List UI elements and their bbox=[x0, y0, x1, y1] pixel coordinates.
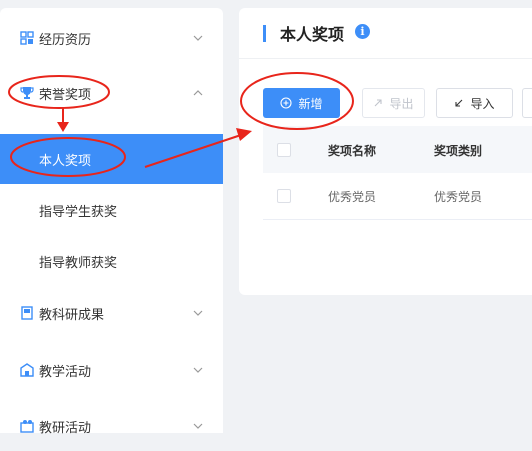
sidebar-item-label: 指导教师获奖 bbox=[39, 255, 118, 271]
export-button[interactable]: 导出 bbox=[362, 88, 425, 118]
add-button-label: 新增 bbox=[298, 96, 323, 111]
import-button-label: 导入 bbox=[470, 96, 495, 111]
chevron-up-icon bbox=[193, 90, 203, 96]
research-icon bbox=[20, 420, 34, 433]
import-button[interactable]: 导入 bbox=[436, 88, 513, 118]
column-header-award-name: 奖项名称 bbox=[328, 144, 377, 158]
sidebar-item-label: 荣誉奖项 bbox=[39, 87, 92, 103]
table-header: 奖项名称 奖项类别 bbox=[263, 126, 532, 173]
sidebar-item-honors[interactable]: 荣誉奖项 bbox=[0, 68, 223, 118]
import-arrow-icon bbox=[455, 99, 463, 107]
trophy-icon bbox=[20, 87, 34, 99]
cell-award-name: 优秀党员 bbox=[328, 190, 377, 204]
sidebar-item-teacher-awards[interactable]: 指导教师获奖 bbox=[0, 236, 223, 286]
main-panel: 本人奖项 i 新增 导出 导入 奖项名称 奖项类别 优秀党员 优秀党员 bbox=[239, 8, 532, 295]
sidebar-item-research-activities[interactable]: 教研活动 bbox=[0, 401, 223, 451]
chevron-down-icon bbox=[193, 367, 203, 373]
sidebar-item-teaching-activities[interactable]: 教学活动 bbox=[0, 345, 223, 395]
cell-award-category: 优秀党员 bbox=[434, 190, 483, 204]
grid-icon bbox=[20, 31, 34, 45]
sidebar-item-label: 经历资历 bbox=[39, 32, 92, 48]
chevron-down-icon bbox=[193, 423, 203, 429]
sidebar-item-label: 指导学生获奖 bbox=[39, 204, 118, 220]
add-button[interactable]: 新增 bbox=[263, 88, 340, 118]
sidebar-item-research-results[interactable]: 教科研成果 bbox=[0, 288, 223, 338]
info-icon[interactable]: i bbox=[355, 24, 370, 39]
sidebar-item-experience[interactable]: 经历资历 bbox=[0, 13, 223, 63]
sidebar: 经历资历 荣誉奖项 本人奖项 指导学生获奖 指导教师获奖 教科研成果 教学活动 … bbox=[0, 8, 223, 436]
sidebar-item-label: 本人奖项 bbox=[39, 153, 92, 169]
sidebar-item-label: 教学活动 bbox=[39, 364, 92, 380]
column-header-award-category: 奖项类别 bbox=[434, 144, 483, 158]
select-all-checkbox[interactable] bbox=[277, 143, 291, 157]
sidebar-item-label: 教科研成果 bbox=[39, 307, 105, 323]
more-button[interactable] bbox=[522, 88, 532, 118]
sidebar-item-personal-awards[interactable]: 本人奖项 bbox=[0, 134, 223, 184]
book-icon bbox=[21, 306, 33, 320]
chevron-down-icon bbox=[193, 310, 203, 316]
sidebar-item-student-awards[interactable]: 指导学生获奖 bbox=[0, 185, 223, 235]
table-row[interactable]: 优秀党员 优秀党员 bbox=[263, 173, 532, 220]
page-header: 本人奖项 i bbox=[239, 8, 532, 59]
row-checkbox[interactable] bbox=[277, 189, 291, 203]
title-accent-bar bbox=[263, 25, 266, 42]
school-icon bbox=[20, 363, 34, 377]
export-button-label: 导出 bbox=[389, 96, 414, 111]
plus-circle-icon bbox=[280, 97, 293, 109]
page-title: 本人奖项 bbox=[280, 25, 345, 44]
chevron-down-icon bbox=[193, 35, 203, 41]
export-arrow-icon bbox=[375, 99, 383, 107]
